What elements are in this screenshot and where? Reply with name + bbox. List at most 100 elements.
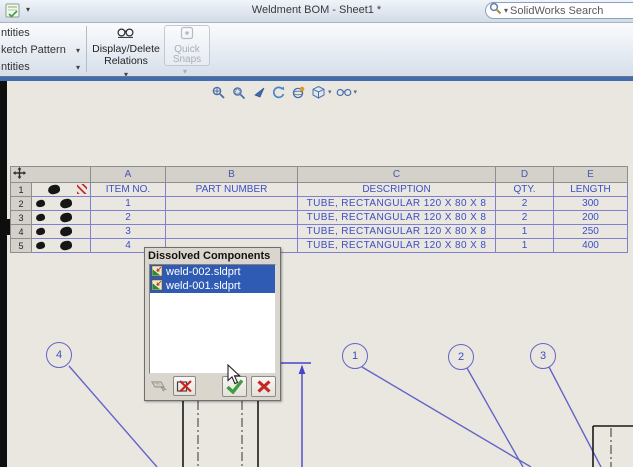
bom-header-row: 1 ITEM NO. PART NUMBER DESCRIPTION QTY. … <box>10 182 628 197</box>
no-part-icon <box>76 184 87 195</box>
search-caret-icon[interactable]: ▾ <box>504 6 508 15</box>
drawing-sheet[interactable]: ▾ ▾ 4 1 2 3 A B C D E 1 ITEM NO. PART NU… <box>0 81 633 467</box>
title-bar: ▾ Weldment BOM - Sheet1 * ▾ SolidWorks S… <box>0 0 633 23</box>
view-orientation-icon[interactable] <box>310 84 326 100</box>
ddr-label-line1: Display/Delete <box>92 43 160 55</box>
cell-description[interactable]: TUBE, RECTANGULAR 120 X 80 X 8 <box>297 224 496 239</box>
entities-caret-icon[interactable]: ▾ <box>76 63 80 72</box>
zoom-to-fit-icon[interactable] <box>210 84 226 100</box>
dialog-button-row <box>149 375 276 397</box>
row-header-5[interactable]: 5 <box>10 238 32 253</box>
table-row[interactable]: 3 2 TUBE, RECTANGULAR 120 X 80 X 8 2 200 <box>10 210 628 225</box>
bom-table[interactable]: A B C D E 1 ITEM NO. PART NUMBER DESCRIP… <box>10 166 628 253</box>
drawing-annotations <box>68 362 633 467</box>
component-icon <box>58 239 73 252</box>
cell-description[interactable]: TUBE, RECTANGULAR 120 X 80 X 8 <box>297 196 496 211</box>
ddr-label-line2: Relations <box>104 55 148 67</box>
cell-description[interactable]: TUBE, RECTANGULAR 120 X 80 X 8 <box>297 210 496 225</box>
balloon-3[interactable]: 3 <box>530 343 556 369</box>
quick-snaps-button[interactable]: Quick Snaps <box>164 25 210 66</box>
delete-selection-button[interactable] <box>173 376 196 396</box>
cell-part-number[interactable] <box>165 196 298 211</box>
pin-icon <box>35 227 46 236</box>
cell-qty[interactable]: 1 <box>495 224 554 239</box>
dissolved-components-dialog[interactable]: Dissolved Components weld-002.sldprt wel… <box>144 247 281 401</box>
cancel-button[interactable] <box>251 375 276 397</box>
cell-qty[interactable]: 2 <box>495 210 554 225</box>
column-header-c[interactable]: C <box>297 166 496 183</box>
ribbon-label-sketch-pattern[interactable]: ketch Pattern <box>1 44 66 56</box>
hide-show-items-caret-icon[interactable]: ▾ <box>354 88 358 96</box>
cell-length[interactable]: 400 <box>553 238 628 253</box>
search-icon <box>489 2 502 20</box>
list-item[interactable]: weld-001.sldprt <box>150 278 275 293</box>
eyeglasses-icon <box>116 25 136 42</box>
ribbon-separator <box>86 26 87 72</box>
display-delete-relations-button[interactable]: Display/Delete Relations ▾ <box>88 25 164 79</box>
table-row[interactable]: 2 1 TUBE, RECTANGULAR 120 X 80 X 8 2 300 <box>10 196 628 211</box>
cell-part-number[interactable] <box>165 224 298 239</box>
cell-item-no[interactable]: 3 <box>90 224 166 239</box>
cell-length[interactable]: 250 <box>553 224 628 239</box>
table-row[interactable]: 5 4 TUBE, RECTANGULAR 120 X 80 X 8 1 400 <box>10 238 628 253</box>
column-header-b[interactable]: B <box>165 166 298 183</box>
hide-show-items-icon[interactable] <box>336 84 352 100</box>
cell-qty[interactable]: 1 <box>495 238 554 253</box>
cell-item-no[interactable]: 1 <box>90 196 166 211</box>
cell-qty[interactable]: 2 <box>495 196 554 211</box>
component-icon <box>58 197 73 210</box>
view-toolbar: ▾ ▾ <box>210 84 357 100</box>
list-item-label: weld-001.sldprt <box>166 280 241 292</box>
pin-icon <box>35 241 46 250</box>
3d-drawing-view-icon[interactable] <box>290 84 306 100</box>
zoom-to-area-icon[interactable] <box>230 84 246 100</box>
mouse-cursor <box>227 363 243 391</box>
header-item-no: ITEM NO. <box>90 182 166 197</box>
quick-snaps-icon <box>180 26 194 44</box>
row-4-icons <box>31 224 91 239</box>
row-header-3[interactable]: 3 <box>10 210 32 225</box>
command-manager: ntities ketch Pattern ▾ ntities ▾ Displa… <box>0 23 633 79</box>
list-item[interactable]: weld-002.sldprt <box>150 264 275 280</box>
dialog-title: Dissolved Components <box>148 250 271 262</box>
view-orientation-caret-icon[interactable]: ▾ <box>328 88 332 96</box>
search-box[interactable]: ▾ SolidWorks Search <box>485 2 633 19</box>
ribbon-label-entities-1[interactable]: ntities <box>1 27 30 39</box>
sketch-pattern-caret-icon[interactable]: ▾ <box>76 46 80 55</box>
header-qty: QTY. <box>495 182 554 197</box>
balloon-1-label: 1 <box>351 350 359 362</box>
table-row[interactable]: 4 3 TUBE, RECTANGULAR 120 X 80 X 8 1 250 <box>10 224 628 239</box>
rotate-view-icon[interactable] <box>270 84 286 100</box>
row-header-2[interactable]: 2 <box>10 196 32 211</box>
cell-item-no[interactable]: 2 <box>90 210 166 225</box>
part-icon <box>151 264 163 280</box>
balloon-2-label: 2 <box>457 351 465 363</box>
balloon-1[interactable]: 1 <box>342 343 368 369</box>
balloon-3-label: 3 <box>539 350 547 362</box>
header-part-number: PART NUMBER <box>165 182 298 197</box>
cell-description[interactable]: TUBE, RECTANGULAR 120 X 80 X 8 <box>297 238 496 253</box>
search-input[interactable]: SolidWorks Search <box>510 5 603 17</box>
balloon-2[interactable]: 2 <box>448 344 474 370</box>
pin-icon <box>35 199 46 208</box>
column-header-e[interactable]: E <box>553 166 628 183</box>
solidworks-window: ▾ Weldment BOM - Sheet1 * ▾ SolidWorks S… <box>0 0 633 467</box>
table-move-handle[interactable] <box>10 166 91 183</box>
balloon-4-label: 4 <box>55 349 63 361</box>
row-header-1[interactable]: 1 <box>10 182 32 197</box>
balloon-4[interactable]: 4 <box>46 342 72 368</box>
component-icon <box>58 225 73 238</box>
component-icon <box>58 211 73 224</box>
previous-view-icon[interactable] <box>250 84 266 100</box>
row-header-4[interactable]: 4 <box>10 224 32 239</box>
cell-length[interactable]: 300 <box>553 196 628 211</box>
ribbon-label-entities-2[interactable]: ntities <box>1 61 30 73</box>
cell-part-number[interactable] <box>165 210 298 225</box>
cell-length[interactable]: 200 <box>553 210 628 225</box>
left-edge <box>0 81 7 467</box>
quick-snaps-caret-icon[interactable]: ▾ <box>183 67 187 76</box>
component-list[interactable]: weld-002.sldprt weld-001.sldprt <box>149 264 276 374</box>
column-header-d[interactable]: D <box>495 166 554 183</box>
column-header-a[interactable]: A <box>90 166 166 183</box>
row-5-icons <box>31 238 91 253</box>
